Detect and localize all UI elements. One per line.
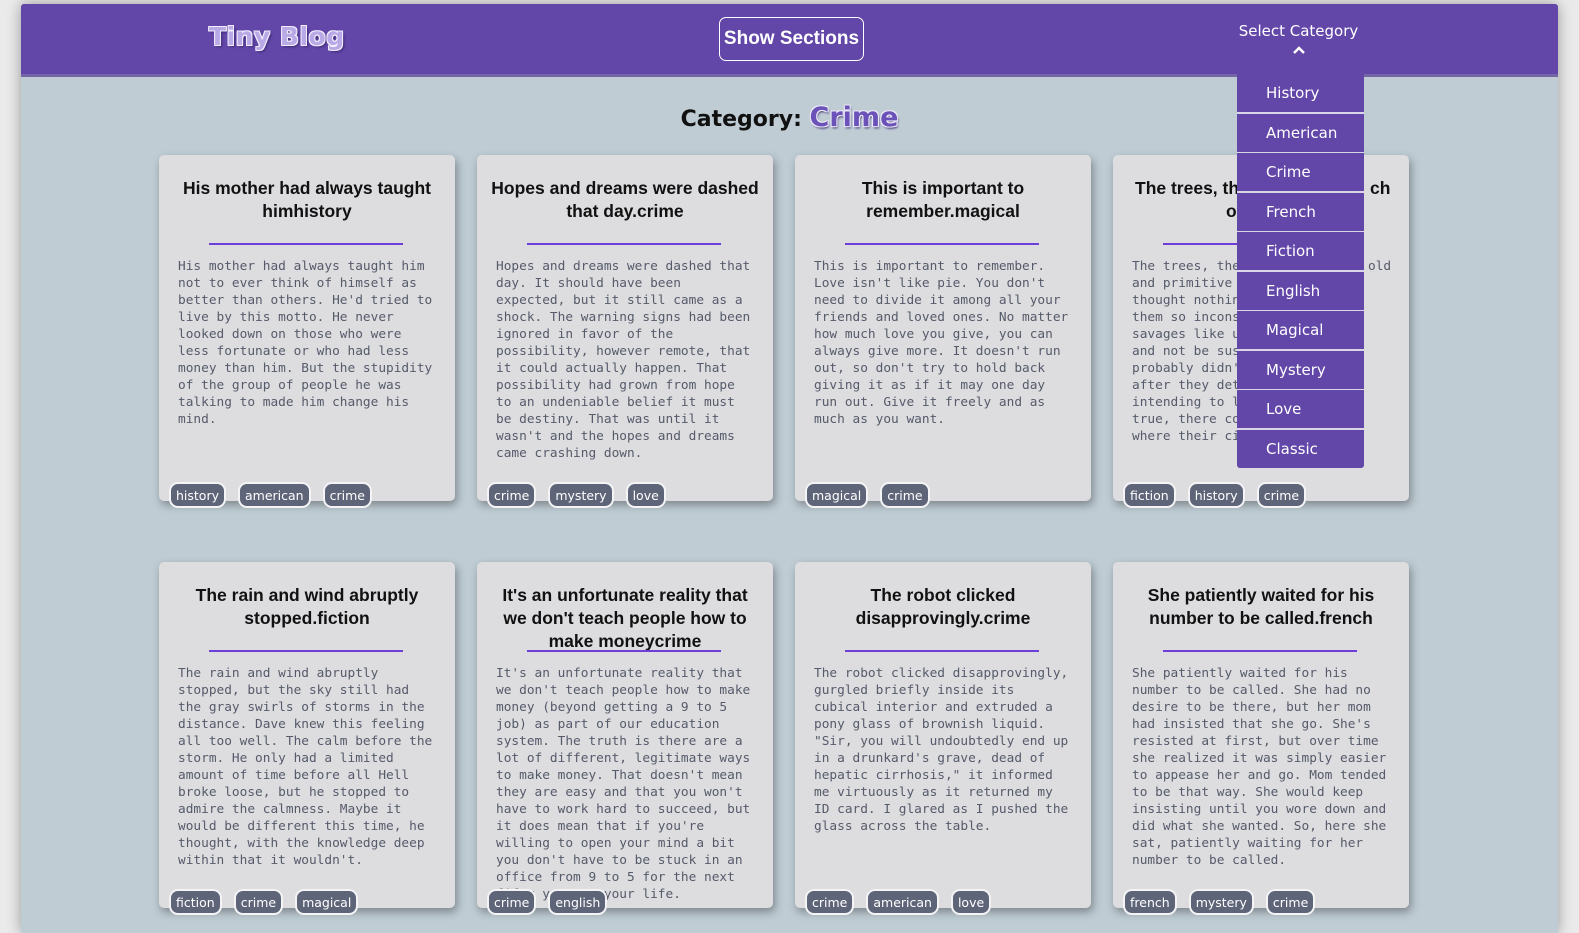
card-tags: history american crime — [169, 482, 372, 508]
card-title: His mother had always taught himhistory — [183, 178, 431, 221]
card-divider — [527, 243, 721, 245]
blog-card[interactable]: She patiently waited for his number to b… — [1113, 562, 1409, 915]
blog-card[interactable]: This is important to remember.magical Th… — [795, 155, 1091, 508]
card-tags: french mystery crime — [1123, 889, 1316, 915]
category-prefix: Category: — [680, 107, 802, 132]
category-option-history[interactable]: History — [1237, 74, 1364, 112]
card-divider — [845, 243, 1039, 245]
tag-crime[interactable]: crime — [487, 482, 537, 508]
card-body: This is important to remember. Love isn'… — [814, 259, 1069, 427]
blog-card[interactable]: The rain and wind abruptly stopped.ficti… — [159, 562, 455, 915]
card-title: It's an unfortunate reality that we don'… — [502, 585, 748, 651]
card-divider — [1163, 650, 1357, 652]
blog-card[interactable]: It's an unfortunate reality that we don'… — [477, 562, 773, 915]
card-divider — [209, 650, 403, 652]
tag-crime[interactable]: crime — [1256, 482, 1307, 508]
card-divider — [209, 243, 403, 245]
card-title: She patiently waited for his number to b… — [1147, 585, 1375, 628]
tag-love[interactable]: love — [950, 889, 992, 915]
card-body: Hopes and dreams were dashed that day. I… — [496, 259, 751, 461]
app-frame: Tiny Blog Show Sections Select Category … — [21, 4, 1558, 933]
tag-crime[interactable]: crime — [487, 889, 537, 915]
tag-crime[interactable]: crime — [1265, 889, 1316, 915]
card-tags: fiction history crime — [1123, 482, 1307, 508]
navbar: Tiny Blog Show Sections Select Category — [21, 4, 1558, 77]
card-title: Hopes and dreams were dashed that day.cr… — [491, 178, 759, 221]
category-option-love[interactable]: Love — [1237, 390, 1364, 428]
tag-mystery[interactable]: mystery — [548, 482, 614, 508]
tag-french[interactable]: french — [1123, 889, 1177, 915]
tag-magical[interactable]: magical — [295, 889, 359, 915]
category-option-classic[interactable]: Classic — [1237, 429, 1364, 468]
category-option-american[interactable]: American — [1237, 113, 1364, 152]
card-title: The rain and wind abruptly stopped.ficti… — [195, 585, 419, 628]
card-body: The robot clicked disapprovingly, gurgle… — [814, 666, 1069, 834]
tag-history[interactable]: history — [169, 482, 226, 508]
blog-card[interactable]: Hopes and dreams were dashed that day.cr… — [477, 155, 773, 508]
select-category-label: Select Category — [1238, 22, 1359, 40]
select-category-toggle[interactable]: Select Category — [1221, 22, 1376, 70]
card-tags: crime mystery love — [487, 482, 666, 508]
tag-love[interactable]: love — [625, 482, 666, 508]
chevron-up-icon — [1221, 44, 1376, 58]
card-body-line: them so inconse — [1132, 310, 1248, 325]
card-title: The robot clicked disapprovingly.crime — [855, 585, 1031, 628]
card-title: This is important to remember.magical — [861, 178, 1025, 221]
tag-crime[interactable]: crime — [322, 482, 372, 508]
category-option-magical[interactable]: Magical — [1237, 311, 1364, 349]
tag-mystery[interactable]: mystery — [1188, 889, 1254, 915]
tag-fiction[interactable]: fiction — [1123, 482, 1176, 508]
tag-crime[interactable]: crime — [805, 889, 855, 915]
card-body-tail: old — [1368, 259, 1392, 274]
card-body: She patiently waited for his number to b… — [1132, 666, 1387, 868]
category-name: Crime — [809, 102, 899, 133]
category-option-fiction[interactable]: Fiction — [1237, 232, 1364, 270]
category-option-english[interactable]: English — [1237, 271, 1364, 310]
card-divider — [845, 650, 1039, 652]
card-tags: crime english — [487, 889, 608, 915]
tag-american[interactable]: american — [238, 482, 311, 508]
card-title-part: o — [1226, 201, 1237, 221]
category-option-french[interactable]: French — [1237, 192, 1364, 231]
blog-card[interactable]: His mother had always taught himhistory … — [159, 155, 455, 508]
card-tags: crime american love — [805, 889, 992, 915]
card-title-part: ch — [1370, 178, 1391, 198]
card-tags: fiction crime magical — [169, 889, 359, 915]
card-body-line: thought nothing — [1132, 293, 1248, 308]
site-logo[interactable]: Tiny Blog — [209, 22, 345, 51]
card-title-part: The trees, the — [1135, 178, 1249, 198]
tag-english[interactable]: english — [548, 889, 608, 915]
blog-card[interactable]: The robot clicked disapprovingly.crime T… — [795, 562, 1091, 915]
tag-crime[interactable]: crime — [880, 482, 930, 508]
show-sections-button[interactable]: Show Sections — [719, 17, 864, 61]
card-body: His mother had always taught him not to … — [178, 259, 433, 427]
card-body: The rain and wind abruptly stopped, but … — [178, 666, 433, 868]
category-option-mystery[interactable]: Mystery — [1237, 350, 1364, 389]
category-option-crime[interactable]: Crime — [1237, 153, 1364, 191]
tag-magical[interactable]: magical — [805, 482, 869, 508]
card-tags: magical crime — [805, 482, 930, 508]
tag-history[interactable]: history — [1187, 482, 1245, 508]
card-divider — [527, 650, 721, 652]
tag-american[interactable]: american — [866, 889, 939, 915]
category-dropdown-menu: History American Crime French Fiction En… — [1237, 74, 1364, 468]
tag-crime[interactable]: crime — [233, 889, 284, 915]
card-body: It's an unfortunate reality that we don'… — [496, 666, 751, 902]
tag-fiction[interactable]: fiction — [169, 889, 222, 915]
